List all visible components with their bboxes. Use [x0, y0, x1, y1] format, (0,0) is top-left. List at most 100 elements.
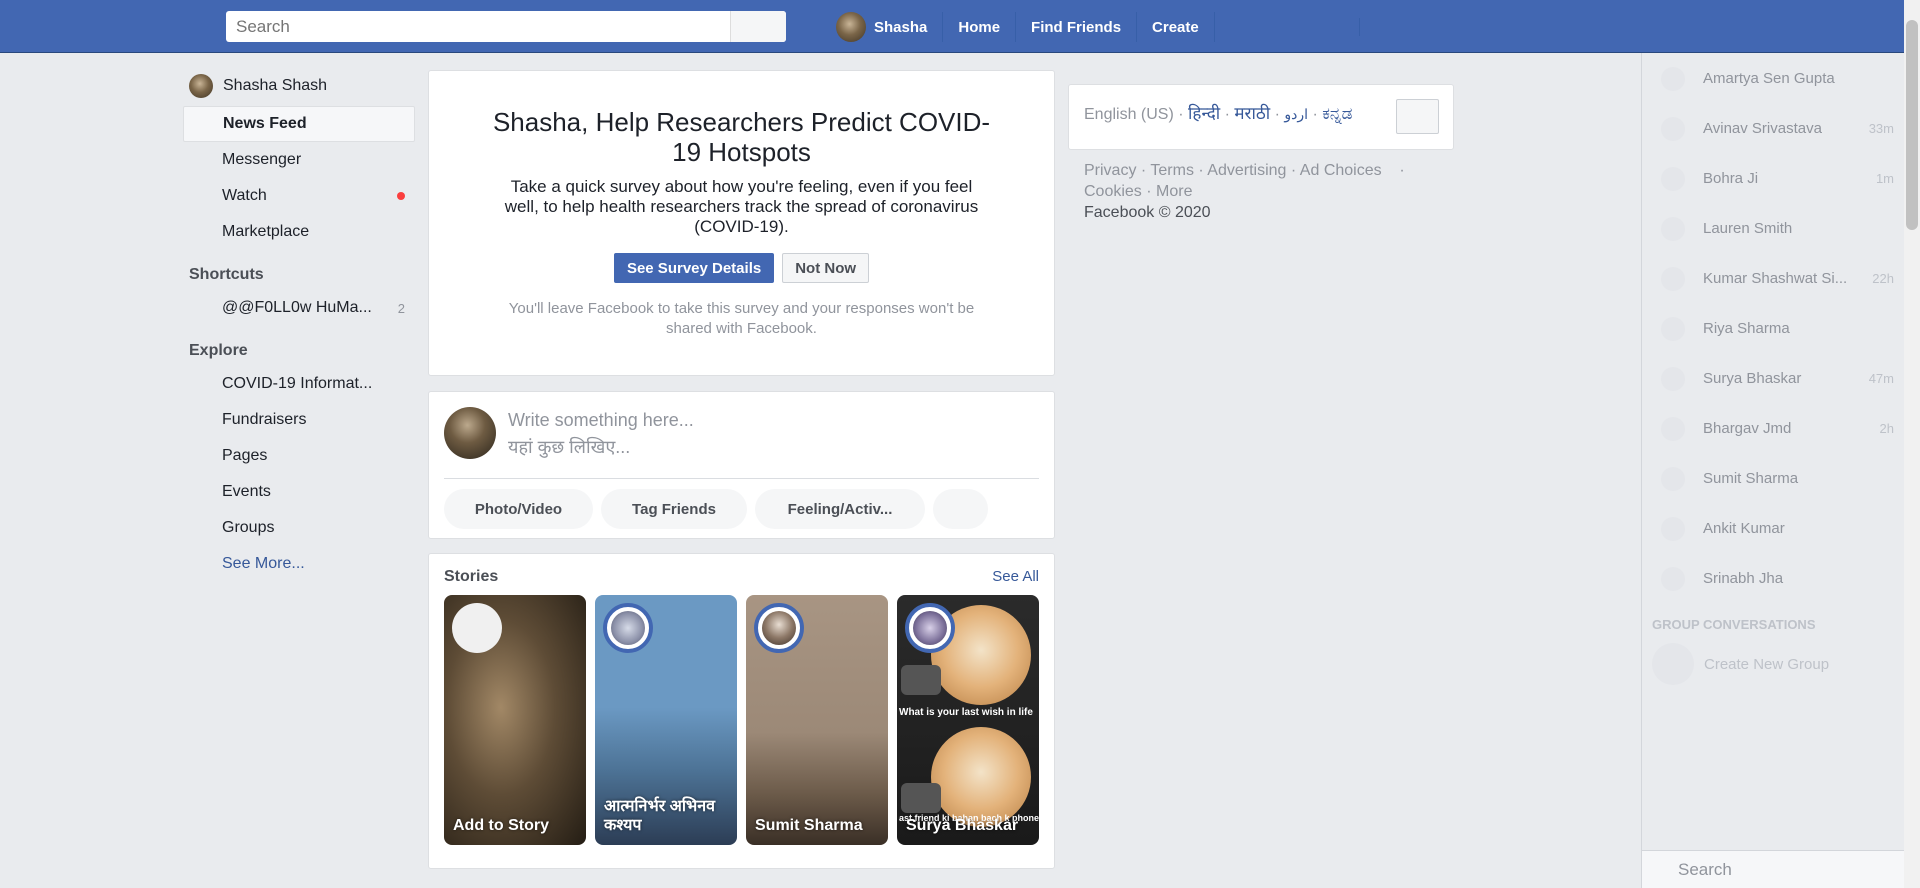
scrollbar-thumb[interactable] [1906, 20, 1918, 230]
sidebar-item-groups[interactable]: Groups [183, 510, 415, 546]
sidebar-item-fundraisers[interactable]: Fundraisers [183, 402, 415, 438]
chat-sidebar: Amartya Sen Gupta Avinav Srivastava 33m B… [1641, 53, 1905, 888]
language-link[interactable]: اردو [1284, 106, 1308, 122]
find-friends-link[interactable]: Find Friends [1016, 12, 1138, 42]
avatar [189, 74, 213, 98]
footer-link[interactable]: Cookies [1084, 183, 1142, 200]
composer-placeholder-hindi: यहां कुछ लिखिए... [508, 437, 631, 457]
add-story-icon [452, 603, 502, 653]
story-name: Add to Story [453, 817, 549, 834]
story-item[interactable]: Sumit Sharma [746, 595, 888, 845]
photo-video-button[interactable]: Photo/Video [444, 489, 593, 529]
tag-friends-button[interactable]: Tag Friends [601, 489, 747, 529]
last-active: 22h [1872, 270, 1894, 286]
contact-name: Bohra Ji [1703, 169, 1759, 187]
chat-contact[interactable]: Srinabh Jha [1642, 553, 1904, 603]
add-language-button[interactable] [1396, 99, 1439, 134]
copyright: Facebook © 2020 [1084, 204, 1211, 221]
home-link[interactable]: Home [943, 12, 1017, 42]
create-link[interactable]: Create [1137, 12, 1215, 42]
story-add[interactable]: Add to Story [444, 595, 586, 845]
chat-contact[interactable]: Bhargav Jmd 2h [1642, 403, 1904, 453]
sidebar-item-events[interactable]: Events [183, 474, 415, 510]
covid-survey-card: Shasha, Help Researchers Predict COVID-1… [428, 70, 1055, 376]
sidebar-item-pages[interactable]: Pages [183, 438, 415, 474]
sidebar-item-messenger[interactable]: Messenger [183, 142, 415, 178]
see-survey-details-button[interactable]: See Survey Details [613, 253, 775, 283]
sidebar-item-marketplace[interactable]: Marketplace [183, 214, 415, 250]
sidebar-item-label: Watch [222, 187, 267, 204]
language-link[interactable]: मराठी [1234, 104, 1270, 123]
chat-contact[interactable]: Lauren Smith [1642, 203, 1904, 253]
sidebar-item-label: Fundraisers [222, 411, 307, 428]
contact-name: Kumar Shashwat Si... [1703, 269, 1848, 287]
sidebar-item-shortcut[interactable]: @@F0LL0w HuMa... 2 [183, 290, 415, 326]
sidebar-item-news-feed[interactable]: News Feed [183, 106, 415, 142]
avatar [1661, 167, 1685, 191]
see-all-link[interactable]: See All [992, 568, 1039, 595]
language-link[interactable]: हिन्दी [1188, 104, 1220, 123]
story-avatar [905, 603, 955, 653]
contact-name: Amartya Sen Gupta [1703, 69, 1835, 87]
sidebar-item-watch[interactable]: Watch [183, 178, 415, 214]
footer-link[interactable]: More [1156, 183, 1192, 200]
chat-contact[interactable]: Avinav Srivastava 33m [1642, 103, 1904, 153]
chat-contact[interactable]: Ankit Kumar [1642, 503, 1904, 553]
search-box[interactable] [226, 11, 786, 42]
story-item[interactable]: आत्मनिर्भर अभिनव कश्यप [595, 595, 737, 845]
avatar [1661, 267, 1685, 291]
footer-link[interactable]: Advertising [1207, 162, 1286, 179]
sidebar-item-covid[interactable]: COVID-19 Informat... [183, 366, 415, 402]
search-input[interactable] [226, 11, 730, 42]
sidebar-item-label: Marketplace [222, 223, 310, 240]
composer-input-area[interactable]: Write something here... यहां कुछ लिखिए..… [429, 392, 1054, 478]
story-item[interactable]: What is your last wish in life ast frien… [897, 595, 1039, 845]
chat-contact[interactable]: Bohra Ji 1m [1642, 153, 1904, 203]
story-row: Add to Story आत्मनिर्भर अभिनव कश्यप Sumi… [429, 595, 1054, 845]
group-conversations-heading: GROUP CONVERSATIONS [1652, 617, 1816, 632]
language-list: English (US) · हिन्दी · मराठी · اردو · ಕ… [1084, 104, 1353, 123]
chat-contact[interactable]: Surya Bhaskar 47m [1642, 353, 1904, 403]
survey-note: You'll leave Facebook to take this surve… [508, 300, 975, 337]
avatar [1661, 117, 1685, 141]
explore-heading: Explore [189, 342, 248, 359]
meme-image [901, 665, 941, 695]
chat-search-input[interactable]: Search [1642, 850, 1905, 888]
avatar [1661, 517, 1685, 541]
meme-image [901, 783, 941, 813]
not-now-button[interactable]: Not Now [782, 253, 870, 283]
footer-link[interactable]: Privacy [1084, 162, 1136, 179]
story-avatar [754, 603, 804, 653]
page-scrollbar[interactable] [1904, 0, 1920, 888]
chat-contact[interactable]: Sumit Sharma [1642, 453, 1904, 503]
sidebar-profile[interactable]: Shasha Shash [183, 66, 415, 106]
footer-link[interactable]: Ad Choices [1300, 162, 1382, 179]
footer-link[interactable]: Terms [1150, 162, 1194, 179]
contact-name: Bhargav Jmd [1703, 419, 1792, 437]
avatar [1661, 67, 1685, 91]
language-link[interactable]: ಕನ್ನಡ [1322, 104, 1352, 123]
sidebar-item-label: @@F0LL0w HuMa... [222, 299, 372, 316]
sidebar-item-label: Pages [222, 447, 268, 464]
more-options-button[interactable] [933, 489, 988, 529]
chat-contact[interactable]: Kumar Shashwat Si... 22h [1642, 253, 1904, 303]
chat-contact[interactable]: Amartya Sen Gupta [1642, 53, 1904, 103]
chat-contact[interactable]: Riya Sharma [1642, 303, 1904, 353]
stories-header: Stories See All [429, 554, 1054, 595]
profile-name: Shasha [874, 18, 928, 36]
footer: Privacy · Terms · Advertising · Ad Choic… [1084, 160, 1444, 223]
sidebar-item-label: Groups [222, 519, 275, 536]
feeling-activity-button[interactable]: Feeling/Activ... [755, 489, 925, 529]
plus-icon [1652, 643, 1694, 685]
profile-link[interactable]: Shasha [836, 12, 944, 42]
notification-dot [397, 192, 405, 200]
last-active: 2h [1879, 420, 1894, 436]
contact-name: Srinabh Jha [1703, 569, 1784, 587]
avatar [1661, 467, 1685, 491]
create-new-group-button[interactable]: Create New Group [1642, 639, 1904, 689]
meme-image [931, 727, 1031, 827]
sidebar-user-name: Shasha Shash [223, 77, 328, 94]
see-more-link[interactable]: See More... [183, 546, 415, 582]
search-button[interactable] [730, 11, 786, 42]
contact-name: Ankit Kumar [1703, 519, 1785, 537]
